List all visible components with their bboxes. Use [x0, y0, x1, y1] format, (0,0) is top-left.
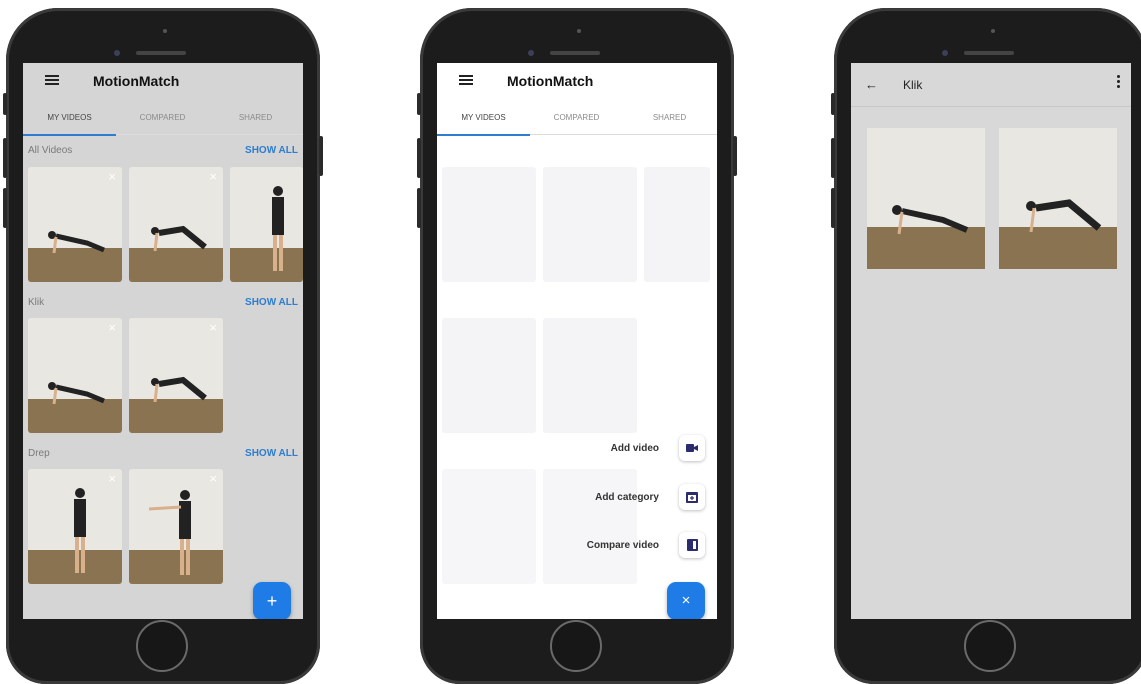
add-fab-button[interactable]: +: [253, 582, 291, 619]
plank-figure: [1026, 199, 1102, 233]
remove-video-button[interactable]: ×: [108, 169, 116, 184]
plank-figure: [892, 205, 969, 235]
tab-compared[interactable]: COMPARED: [116, 101, 209, 135]
tab-my-videos[interactable]: MY VIDEOS: [23, 101, 116, 136]
screen-category-klik: ← Klik: [851, 63, 1131, 619]
remove-video-button[interactable]: ×: [209, 471, 217, 486]
tab-shared[interactable]: SHARED: [209, 101, 302, 135]
earpiece-speaker: [136, 51, 186, 55]
video-thumbnail[interactable]: ×: [28, 469, 122, 584]
phone-frame-left: MotionMatch MY VIDEOS COMPARED SHARED Al…: [3, 8, 323, 684]
section-header-klik: Klik SHOW ALL: [28, 297, 298, 311]
home-button[interactable]: [964, 620, 1016, 672]
sensor: [114, 50, 120, 56]
volume-up-button: [831, 138, 835, 178]
volume-down-button: [3, 188, 7, 228]
action-label: Add category: [595, 491, 659, 503]
standing-figure: [74, 488, 86, 573]
show-all-link[interactable]: SHOW ALL: [245, 145, 298, 156]
mute-switch: [831, 93, 835, 115]
section-header-drep: Drep SHOW ALL: [28, 448, 298, 462]
volume-down-button: [417, 188, 421, 228]
front-camera: [163, 29, 167, 33]
front-camera: [577, 29, 581, 33]
earpiece-speaker: [964, 51, 1014, 55]
power-button: [319, 136, 323, 176]
remove-video-button[interactable]: ×: [209, 320, 217, 335]
home-button[interactable]: [550, 620, 602, 672]
action-label: Compare video: [586, 539, 659, 551]
video-thumbnail[interactable]: [999, 128, 1117, 269]
standing-arm-raised-figure: [148, 490, 191, 575]
menu-icon[interactable]: [45, 75, 59, 85]
plank-figure: [151, 376, 207, 403]
show-all-link[interactable]: SHOW ALL: [245, 297, 298, 308]
remove-video-button[interactable]: ×: [108, 320, 116, 335]
action-label: Add video: [610, 442, 659, 454]
plank-figure: [48, 231, 105, 254]
screen-fab-menu-open: MotionMatch MY VIDEOS COMPARED SHARED Ad…: [437, 63, 717, 619]
fab-menu-overlay: Add video Add category Compare video ×: [437, 63, 717, 619]
section-header-all-videos: All Videos SHOW ALL: [28, 145, 298, 159]
volume-up-button: [3, 138, 7, 178]
more-options-icon[interactable]: [1115, 75, 1121, 93]
section-title: Drep: [28, 448, 50, 459]
video-thumbnail[interactable]: ×: [129, 469, 223, 584]
plank-figure: [151, 225, 207, 252]
phone-frame-right: ← Klik: [831, 8, 1141, 684]
back-arrow-icon[interactable]: ←: [865, 77, 878, 92]
remove-video-button[interactable]: ×: [209, 169, 217, 184]
power-button: [733, 136, 737, 176]
compare-icon[interactable]: [679, 532, 705, 558]
standing-figure: [272, 186, 284, 271]
mute-switch: [417, 93, 421, 115]
app-bar: ← Klik: [851, 63, 1131, 107]
compare-video-action[interactable]: Compare video: [587, 530, 705, 560]
section-title: Klik: [28, 297, 45, 308]
mute-switch: [3, 93, 7, 115]
close-fab-button[interactable]: ×: [667, 582, 705, 619]
remove-video-button[interactable]: ×: [108, 471, 116, 486]
sensor: [528, 50, 534, 56]
home-button[interactable]: [136, 620, 188, 672]
screen-my-videos: MotionMatch MY VIDEOS COMPARED SHARED Al…: [23, 63, 303, 619]
video-thumbnail[interactable]: ×: [129, 318, 223, 433]
earpiece-speaker: [550, 51, 600, 55]
volume-down-button: [831, 188, 835, 228]
video-plus-icon[interactable]: [679, 435, 705, 461]
video-thumbnail[interactable]: ×: [129, 167, 223, 282]
app-bar: MotionMatch: [23, 63, 303, 101]
video-thumbnail[interactable]: ×: [28, 318, 122, 433]
plank-figure: [48, 382, 105, 405]
video-thumbnail[interactable]: ×: [28, 167, 122, 282]
category-title: Klik: [903, 78, 923, 92]
folder-plus-icon[interactable]: [679, 484, 705, 510]
section-title: All Videos: [28, 145, 73, 156]
app-title: MotionMatch: [93, 73, 180, 89]
show-all-link[interactable]: SHOW ALL: [245, 448, 298, 459]
video-thumbnail[interactable]: [230, 167, 303, 282]
tab-bar: MY VIDEOS COMPARED SHARED: [23, 101, 303, 136]
front-camera: [991, 29, 995, 33]
volume-up-button: [417, 138, 421, 178]
add-category-action[interactable]: Add category: [595, 482, 705, 512]
video-thumbnail[interactable]: [867, 128, 985, 269]
phone-frame-middle: MotionMatch MY VIDEOS COMPARED SHARED Ad…: [417, 8, 737, 684]
add-video-action[interactable]: Add video: [611, 433, 705, 463]
sensor: [942, 50, 948, 56]
